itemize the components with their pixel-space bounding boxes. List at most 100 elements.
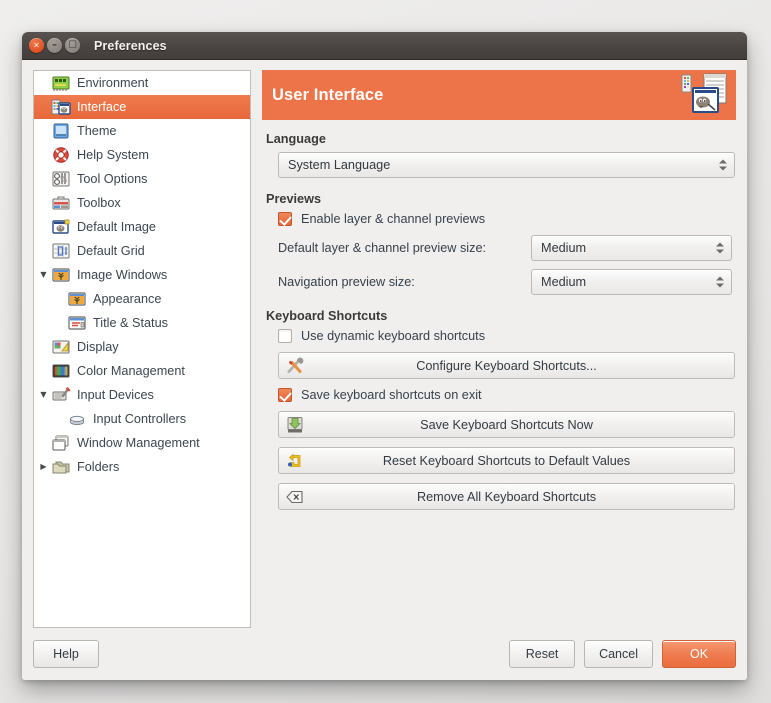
ok-button[interactable]: OK (662, 640, 736, 668)
sidebar-item-label: Input Controllers (93, 411, 187, 426)
save-shortcuts-on-exit-label: Save keyboard shortcuts on exit (301, 388, 482, 402)
sidebar-item-default-image[interactable]: Default Image (34, 215, 250, 239)
window-title: Preferences (94, 38, 167, 53)
sidebar-item-label: Folders (77, 459, 120, 474)
language-combo-value: System Language (288, 158, 391, 172)
remove-all-keyboard-shortcuts-button[interactable]: Remove All Keyboard Shortcuts (278, 483, 735, 510)
navigation-preview-size-row: Navigation preview size: Medium (266, 269, 736, 295)
main-panel: User Interface Language System Language … (262, 70, 736, 628)
folders-icon (51, 458, 71, 476)
sidebar-item-input-controllers[interactable]: Input Controllers (34, 407, 250, 431)
wrench-screwdriver-icon (286, 357, 304, 374)
minimize-icon[interactable]: – (47, 38, 62, 53)
save-keyboard-shortcuts-now-label: Save Keyboard Shortcuts Now (420, 417, 593, 432)
sidebar-item-toolbox[interactable]: Toolbox (34, 191, 250, 215)
sidebar-item-interface[interactable]: Interface (34, 95, 250, 119)
erase-backspace-icon (286, 488, 304, 505)
close-glyph: × (33, 40, 40, 49)
sidebar-item-folders[interactable]: ▶ Folders (34, 455, 250, 479)
minimize-glyph: – (52, 39, 57, 50)
section-title-language: Language (266, 132, 326, 146)
color-management-icon (51, 362, 71, 380)
remove-all-keyboard-shortcuts-label: Remove All Keyboard Shortcuts (416, 489, 597, 504)
section-title-keyboard-shortcuts: Keyboard Shortcuts (266, 309, 388, 323)
display-icon (51, 338, 71, 356)
sidebar-item-label: Toolbox (77, 195, 121, 210)
sidebar-item-label: Appearance (93, 291, 162, 306)
default-preview-size-combo[interactable]: Medium (531, 235, 732, 261)
preferences-sidebar[interactable]: Environment Interface Theme Help System Tool… (33, 70, 251, 628)
sidebar-item-label: Input Devices (77, 387, 154, 402)
sidebar-item-label: Window Management (77, 435, 200, 450)
sidebar-item-environment[interactable]: Environment (34, 71, 250, 95)
default-grid-icon (51, 242, 71, 260)
close-icon[interactable]: × (29, 38, 44, 53)
appearance-icon (67, 290, 87, 308)
chevron-updown-icon (716, 242, 724, 254)
title-status-icon (67, 314, 87, 332)
panel-header: User Interface (262, 70, 736, 120)
use-dynamic-shortcuts-checkbox-row[interactable]: Use dynamic keyboard shortcuts (266, 329, 736, 343)
navigation-preview-size-combo[interactable]: Medium (531, 269, 732, 295)
sidebar-item-help-system[interactable]: Help System (34, 143, 250, 167)
expander-closed-icon[interactable]: ▶ (36, 463, 51, 471)
sidebar-item-display[interactable]: Display (34, 335, 250, 359)
language-row: System Language (266, 152, 736, 178)
save-keyboard-shortcuts-now-button[interactable]: Save Keyboard Shortcuts Now (278, 411, 735, 438)
enable-previews-label: Enable layer & channel previews (301, 212, 486, 226)
default-preview-size-label: Default layer & channel preview size: (278, 241, 487, 255)
toolbox-icon (51, 194, 71, 212)
tool-options-icon (51, 170, 71, 188)
chevron-updown-icon (716, 276, 724, 288)
sidebar-item-label: Theme (77, 123, 117, 138)
reset-arrow-icon (286, 452, 304, 469)
maximize-icon[interactable]: □ (65, 38, 80, 53)
sidebar-item-input-devices[interactable]: ▼ Input Devices (34, 383, 250, 407)
sidebar-item-theme[interactable]: Theme (34, 119, 250, 143)
sidebar-item-label: Default Grid (77, 243, 145, 258)
expander-open-icon[interactable]: ▼ (36, 391, 51, 399)
save-disk-icon (286, 416, 304, 433)
sidebar-item-tool-options[interactable]: Tool Options (34, 167, 250, 191)
sidebar-item-window-management[interactable]: Window Management (34, 431, 250, 455)
reset-keyboard-shortcuts-label: Reset Keyboard Shortcuts to Default Valu… (382, 453, 631, 468)
theme-icon (51, 122, 71, 140)
section-title-previews: Previews (266, 192, 322, 206)
sidebar-item-label: Title & Status (93, 315, 168, 330)
input-controllers-icon (67, 410, 87, 428)
use-dynamic-shortcuts-label: Use dynamic keyboard shortcuts (301, 329, 486, 343)
sidebar-item-default-grid[interactable]: Default Grid (34, 239, 250, 263)
reset-keyboard-shortcuts-button[interactable]: Reset Keyboard Shortcuts to Default Valu… (278, 447, 735, 474)
sidebar-item-label: Color Management (77, 363, 185, 378)
window-titlebar[interactable]: × – □ Preferences (22, 32, 747, 60)
sidebar-item-label: Environment (77, 75, 149, 90)
default-preview-size-value: Medium (541, 241, 587, 255)
sidebar-item-color-management[interactable]: Color Management (34, 359, 250, 383)
input-devices-icon (51, 386, 71, 404)
preferences-window: × – □ Preferences Environment Interface Th… (22, 32, 747, 680)
image-windows-icon (51, 266, 71, 284)
window-body: Environment Interface Theme Help System Tool… (22, 60, 747, 680)
language-combo[interactable]: System Language (278, 152, 735, 178)
panel-body: Language System Language Previews Enable… (262, 120, 736, 628)
checkbox-unchecked-icon[interactable] (278, 329, 292, 343)
sidebar-item-appearance[interactable]: Appearance (34, 287, 250, 311)
sidebar-item-title-status[interactable]: Title & Status (34, 311, 250, 335)
expander-open-icon[interactable]: ▼ (36, 271, 51, 279)
default-image-icon (51, 218, 71, 236)
checkbox-checked-icon[interactable] (278, 212, 292, 226)
enable-previews-checkbox-row[interactable]: Enable layer & channel previews (266, 212, 736, 226)
sidebar-item-image-windows[interactable]: ▼ Image Windows (34, 263, 250, 287)
configure-keyboard-shortcuts-button[interactable]: Configure Keyboard Shortcuts... (278, 352, 735, 379)
configure-keyboard-shortcuts-label: Configure Keyboard Shortcuts... (416, 358, 597, 373)
checkbox-checked-icon[interactable] (278, 388, 292, 402)
window-management-icon (51, 434, 71, 452)
chevron-updown-icon (719, 159, 727, 171)
save-shortcuts-on-exit-checkbox-row[interactable]: Save keyboard shortcuts on exit (266, 388, 736, 402)
help-button[interactable]: Help (33, 640, 99, 668)
reset-button[interactable]: Reset (509, 640, 576, 668)
dialog-action-bar: Help Reset Cancel OK (33, 628, 736, 680)
cancel-button[interactable]: Cancel (584, 640, 653, 668)
default-preview-size-row: Default layer & channel preview size: Me… (266, 235, 736, 261)
sidebar-item-label: Display (77, 339, 119, 354)
